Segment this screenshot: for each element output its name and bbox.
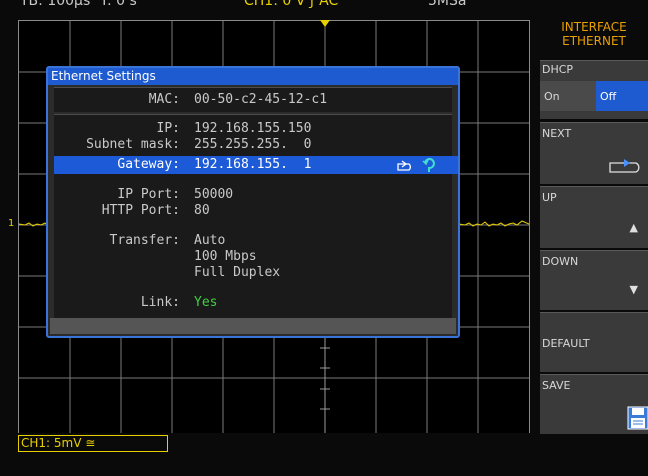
dhcp-toggle[interactable]: On Off <box>540 81 648 111</box>
transfer-label: Transfer: <box>109 233 180 248</box>
default-label: DEFAULT <box>542 337 590 350</box>
ch1-scale-label: CH1: 5mV ≅ <box>21 436 96 450</box>
dhcp-label: DHCP <box>542 63 574 76</box>
http-port-value[interactable]: 80 <box>194 203 210 218</box>
trigger-readout: CH1: 0 V ƒ AC <box>244 0 339 9</box>
up-arrow-icon: ▲ <box>629 221 638 234</box>
ch1-scale-box[interactable]: CH1: 5mV ≅ <box>18 435 168 452</box>
enter-icon <box>397 160 411 171</box>
softkey-menu: INTERFACE ETHERNET DHCP On Off NEXT UP ▲… <box>540 0 648 476</box>
network-panel: IP: 192.168.155.150 Subnet mask: 255.255… <box>54 114 452 319</box>
link-status: Yes <box>194 295 218 310</box>
up-button[interactable]: UP ▲ <box>540 186 648 248</box>
dhcp-softkey[interactable]: DHCP On Off <box>540 60 648 119</box>
ch1-ground-marker: 1 <box>8 218 15 229</box>
ethernet-settings-dialog: Ethernet Settings MAC: 00-50-c2-45-12-c1… <box>46 66 460 338</box>
dhcp-off-label: Off <box>600 90 617 103</box>
subnet-value[interactable]: 255.255.255. 0 <box>194 137 311 152</box>
save-label: SAVE <box>542 379 571 392</box>
default-button[interactable]: DEFAULT <box>540 312 648 372</box>
next-label: NEXT <box>542 127 572 140</box>
time-offset-readout: T: 0 s <box>100 0 137 9</box>
gateway-row-selected[interactable]: Gateway: 192.168.155. 1 <box>54 156 458 174</box>
sample-rate-readout: 5MSa <box>428 0 467 9</box>
transfer-speed: 100 Mbps <box>194 249 257 264</box>
save-button[interactable]: SAVE <box>540 374 648 434</box>
mac-value: 00-50-c2-45-12-c1 <box>194 92 328 107</box>
down-label: DOWN <box>542 255 579 268</box>
status-bar: TB: 100µs T: 0 s CH1: 0 V ƒ AC 5MSa <box>0 0 540 20</box>
ip-label: IP: <box>156 121 180 136</box>
timebase-readout: TB: 100µs <box>20 0 91 9</box>
rotary-knob-icon <box>422 158 435 172</box>
floppy-disk-icon <box>627 406 648 430</box>
dhcp-off-option[interactable]: Off <box>596 81 648 111</box>
ip-port-value[interactable]: 50000 <box>194 187 233 202</box>
down-arrow-icon: ▼ <box>629 283 638 296</box>
dialog-footer-bar <box>50 318 456 334</box>
ip-port-label: IP Port: <box>117 187 180 202</box>
transfer-mode: Auto <box>194 233 226 248</box>
http-port-label: HTTP Port: <box>101 203 180 218</box>
link-label: Link: <box>140 295 180 310</box>
trigger-position-marker <box>320 20 330 27</box>
enter-icon <box>609 159 640 173</box>
transfer-duplex: Full Duplex <box>194 265 281 280</box>
gateway-value[interactable]: 192.168.155. 1 <box>194 157 311 172</box>
gateway-label: Gateway: <box>117 157 180 172</box>
subnet-label: Subnet mask: <box>86 137 180 152</box>
ip-value[interactable]: 192.168.155.150 <box>194 121 311 136</box>
menu-title-ethernet: ETHERNET <box>562 34 626 48</box>
mac-panel: MAC: 00-50-c2-45-12-c1 <box>54 87 452 112</box>
dhcp-on-option[interactable]: On <box>544 90 560 103</box>
mac-label: MAC: <box>148 92 180 107</box>
menu-title-interface: INTERFACE <box>561 20 627 34</box>
dialog-title: Ethernet Settings <box>48 68 458 85</box>
up-label: UP <box>542 191 557 204</box>
down-button[interactable]: DOWN ▼ <box>540 250 648 310</box>
next-button[interactable]: NEXT <box>540 122 648 184</box>
